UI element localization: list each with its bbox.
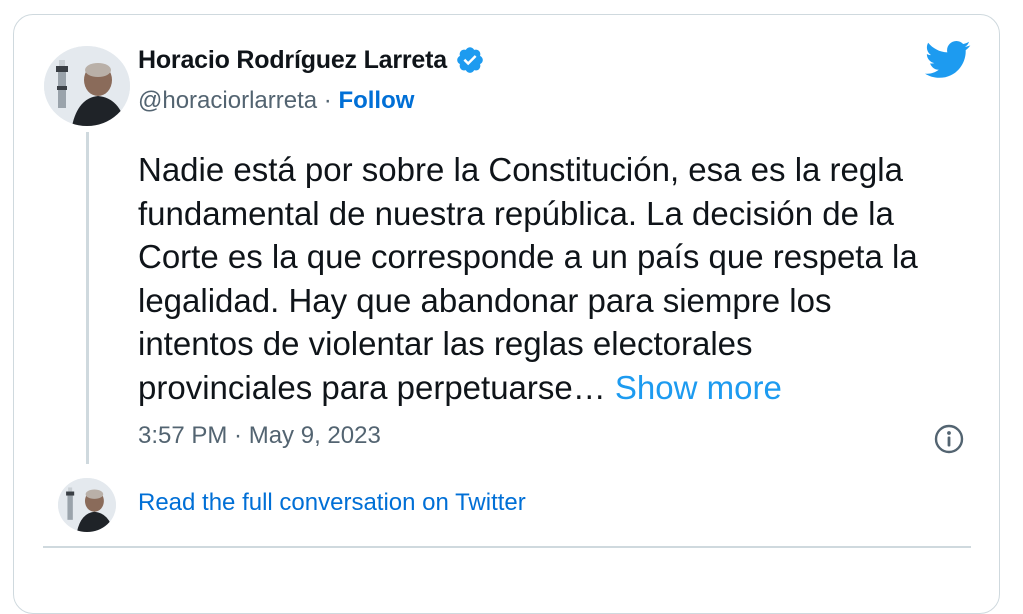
- tweet-text: Nadie está por sobre la Constitución, es…: [138, 151, 918, 406]
- twitter-bird-icon[interactable]: [925, 40, 971, 80]
- thread-line: [86, 132, 89, 464]
- author-name[interactable]: Horacio Rodríguez Larreta: [138, 46, 447, 75]
- author-avatar[interactable]: [44, 46, 130, 126]
- divider: [43, 546, 971, 548]
- follow-button[interactable]: Follow: [338, 87, 414, 115]
- tweet-body: Nadie está por sobre la Constitución, es…: [138, 148, 998, 409]
- info-icon[interactable]: [933, 423, 965, 455]
- show-more-link[interactable]: Show more: [615, 369, 782, 406]
- verified-badge-icon: [455, 45, 485, 75]
- conversation-avatar[interactable]: [58, 478, 116, 532]
- author-handle[interactable]: @horaciorlarreta: [138, 87, 317, 115]
- tweet-timestamp[interactable]: 3:57 PM · May 9, 2023: [138, 422, 381, 450]
- separator-dot: ·: [317, 87, 339, 114]
- read-full-conversation-link[interactable]: Read the full conversation on Twitter: [138, 489, 526, 517]
